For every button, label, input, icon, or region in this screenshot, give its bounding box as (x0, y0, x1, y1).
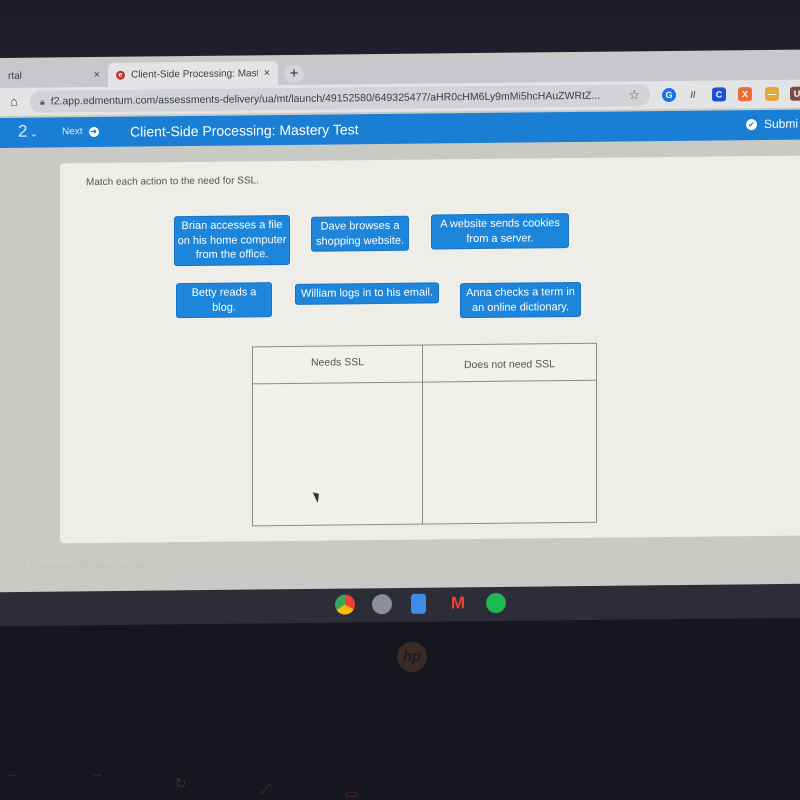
draggable-tile-betty[interactable]: Betty reads a blog. (176, 282, 272, 319)
address-bar[interactable]: 🔒︎ f2.app.edmentum.com/assessments-deliv… (30, 84, 650, 113)
next-label: Next (62, 126, 83, 138)
bookmark-star-icon[interactable]: ☆ (628, 87, 640, 103)
chevron-down-icon: ⌄ (29, 128, 38, 140)
edmentum-favicon-icon: e (116, 70, 125, 80)
back-key-icon: ← (5, 765, 19, 781)
submit-button[interactable]: ✔ Submi (746, 117, 798, 132)
check-circle-icon: ✔ (746, 118, 757, 130)
hp-logo-icon: hp (397, 642, 427, 672)
yellow-extension-icon[interactable]: — (765, 86, 779, 101)
column-does-not-need-ssl: Does not need SSL (423, 343, 596, 525)
new-tab-button[interactable]: + (284, 64, 304, 84)
gmail-icon[interactable]: M (448, 593, 468, 613)
tab-title: rtal (8, 70, 22, 82)
close-icon[interactable]: × (264, 67, 270, 79)
chrome-icon[interactable] (335, 594, 355, 615)
tab-title: Client-Side Processing: Mastery (131, 67, 258, 81)
question-prompt: Match each action to the need for SSL. (86, 175, 259, 189)
tab-portal[interactable]: rtal × (0, 63, 108, 88)
url-text: f2.app.edmentum.com/assessments-delivery… (50, 89, 601, 108)
refresh-key-icon: ↻ (175, 775, 187, 791)
forward-key-icon: → (90, 765, 104, 781)
overview-key-icon: ▭ (345, 785, 359, 800)
orange-extension-icon[interactable]: X (738, 87, 752, 102)
draggable-tile-anna[interactable]: Anna checks a term in an online dictiona… (460, 281, 581, 319)
close-icon[interactable]: × (94, 69, 100, 81)
draggable-tile-william[interactable]: William logs in to his email. (295, 282, 439, 305)
os-shelf: M (0, 583, 800, 627)
page-title: Client-Side Processing: Mastery Test (130, 121, 359, 140)
spotify-icon[interactable] (486, 592, 506, 614)
google-extension-icon[interactable]: G (662, 87, 676, 103)
screen: rtal × e Client-Side Processing: Mastery… (0, 49, 800, 598)
arrow-right-icon: ➜ (88, 126, 99, 137)
submit-label: Submi (764, 116, 799, 131)
question-card: Match each action to the need for SSL. B… (60, 155, 800, 544)
draggable-tile-dave[interactable]: Dave browses a shopping website. (311, 215, 409, 252)
drop-zone-does-not-need-ssl[interactable] (423, 381, 596, 525)
docs-icon[interactable] (411, 593, 426, 614)
tab-mastery-test[interactable]: e Client-Side Processing: Mastery × (108, 61, 278, 87)
draggable-tile-cookies[interactable]: A website sends cookies from a server. (431, 213, 569, 250)
lock-icon: 🔒︎ (40, 96, 45, 107)
next-button[interactable]: Next ➜ (62, 126, 99, 137)
ssl-match-table: Needs SSL Does not need SSL (252, 342, 597, 527)
copyright-text: ©2021 Edmentum. All rights reserved. (0, 559, 152, 571)
bars-extension-icon[interactable]: // (686, 88, 700, 102)
home-icon[interactable]: ⌂ (10, 94, 24, 109)
profile-extension-icon[interactable]: U (790, 86, 800, 101)
column-needs-ssl: Needs SSL (253, 345, 423, 527)
column-header: Needs SSL (253, 345, 422, 385)
draggable-tile-brian[interactable]: Brian accesses a file on his home comput… (174, 214, 290, 266)
app-header: 2 ⌄ Next ➜ Client-Side Processing: Master… (0, 109, 800, 148)
drop-zone-needs-ssl[interactable] (253, 383, 422, 527)
column-header: Does not need SSL (423, 343, 596, 383)
c-extension-icon[interactable]: C (712, 87, 726, 102)
fullscreen-key-icon: ⤢ (260, 780, 272, 796)
question-selector[interactable]: 2 ⌄ (18, 122, 38, 142)
camera-icon[interactable] (372, 594, 392, 615)
question-number: 2 (18, 121, 28, 141)
